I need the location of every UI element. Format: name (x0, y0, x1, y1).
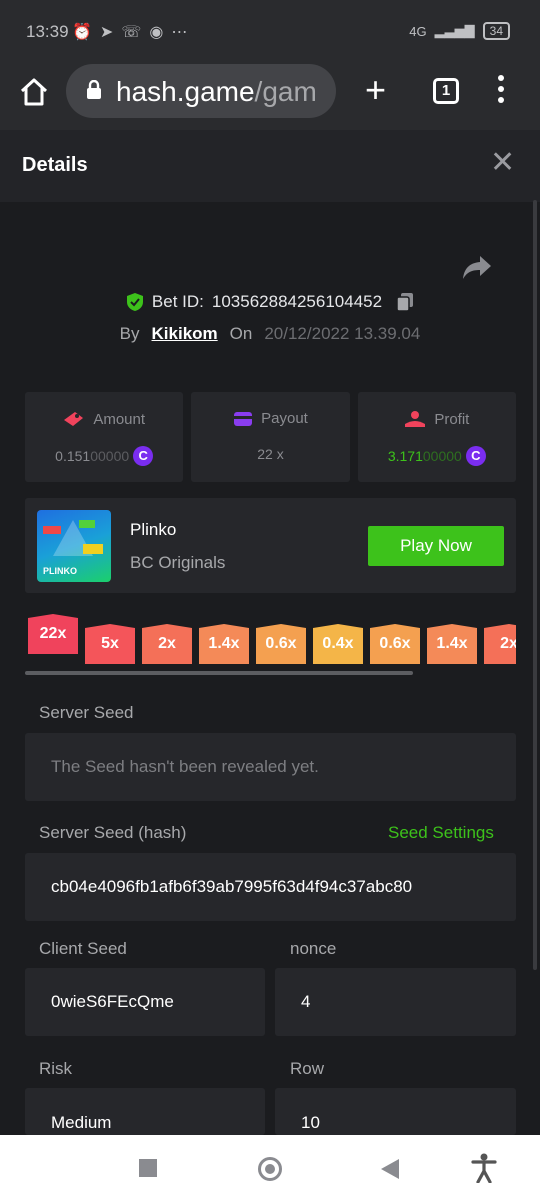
multiplier-tile: 2x (142, 624, 192, 664)
url-path: /gam (254, 76, 317, 107)
amount-label: Amount (93, 410, 146, 428)
url-text: hash.game/gam (116, 76, 317, 108)
multiplier-tile: 0.4x (313, 624, 363, 664)
alarm-icon: ⏰ (72, 24, 92, 41)
client-seed-label: Client Seed (39, 939, 127, 958)
nonce-field[interactable]: 4 (275, 968, 516, 1036)
notification-icons: ⏰ ➤ ☏ ◉ ⋯ (72, 22, 187, 42)
discord-icon: ◉ (149, 24, 164, 41)
multiplier-scrollbar[interactable] (25, 671, 413, 675)
tab-switcher-button[interactable]: 1 (433, 78, 459, 104)
multiplier-tile: 1.4x (427, 624, 477, 664)
back-icon[interactable] (381, 1159, 399, 1179)
nonce-label: nonce (290, 939, 337, 958)
multiplier-tile: 2x (484, 624, 516, 664)
play-now-button[interactable]: Play Now (368, 526, 504, 566)
client-seed-field[interactable]: 0wieS6FEcQme (25, 968, 265, 1036)
multiplier-tile: 22x (28, 614, 78, 654)
page-scrollbar[interactable] (533, 200, 537, 970)
profit-value-main: 3.171 (387, 448, 423, 464)
browser-toolbar: hash.game/gam + 1 (0, 64, 540, 130)
row-field[interactable]: 10 (275, 1088, 516, 1135)
bet-date: 20/12/2022 13.39.04 (264, 324, 421, 343)
profit-value: 3.17100000 (388, 448, 462, 464)
profit-label: Profit (434, 410, 470, 428)
more-menu-icon[interactable] (492, 72, 510, 108)
share-icon[interactable] (462, 254, 492, 280)
username-link[interactable]: Kikikom (152, 324, 218, 344)
address-bar[interactable]: hash.game/gam (66, 64, 336, 118)
multiplier-tile: 1.4x (199, 624, 249, 664)
recents-icon[interactable] (139, 1159, 157, 1177)
server-hash-field[interactable]: cb04e4096fb1afb6f39ab7995f63d4f94c37abc8… (25, 853, 516, 921)
server-hash-label: Server Seed (hash) (39, 823, 187, 842)
url-domain: hash.game (116, 76, 255, 107)
seed-settings-link[interactable]: Seed Settings (388, 823, 494, 843)
game-card: PLINKO Plinko BC Originals Play Now (25, 498, 516, 593)
bet-byline: By Kikikom On 20/12/2022 13.39.04 (0, 324, 540, 344)
new-tab-icon[interactable]: + (365, 72, 386, 108)
thumbnail-label: PLINKO (43, 566, 78, 576)
page-title: Details (22, 154, 88, 176)
amount-value: 0.15100000 (55, 448, 129, 464)
profit-icon (405, 411, 426, 427)
on-label: On (229, 324, 253, 343)
accessibility-icon[interactable] (471, 1153, 497, 1183)
coin-icon: C (133, 446, 154, 466)
home-circle-icon[interactable] (258, 1157, 282, 1181)
multiplier-tile: 5x (85, 624, 135, 664)
status-time: 13:39 (26, 22, 69, 41)
signal-icon: ▂▃▅▇ (434, 23, 475, 38)
home-icon[interactable] (18, 76, 50, 108)
close-icon[interactable]: ✕ (490, 148, 515, 178)
network-label: 4G (409, 23, 427, 39)
payout-card: Payout 22 x (191, 392, 350, 482)
by-label: By (119, 324, 140, 343)
multiplier-tile: 0.6x (370, 624, 420, 664)
bet-stats: Amount 0.15100000 C Payout 22 x Profit 3… (25, 392, 516, 482)
risk-field[interactable]: Medium (25, 1088, 265, 1135)
details-header: Details ✕ (0, 130, 540, 202)
status-bar: 13:39 ⏰ ➤ ☏ ◉ ⋯ 4G ▂▃▅▇ 34 (0, 0, 540, 64)
copy-icon[interactable] (396, 292, 414, 312)
bet-id-value: 103562884256104452 (211, 292, 383, 311)
amount-card: Amount 0.15100000 C (25, 392, 184, 482)
battery-icon: 34 (482, 22, 510, 40)
amount-icon (64, 412, 84, 426)
payout-label: Payout (261, 410, 308, 427)
verified-shield-icon (126, 293, 143, 311)
multiplier-tile: 0.6x (256, 624, 306, 664)
coin-icon: C (465, 446, 486, 466)
system-nav-bar (0, 1135, 540, 1200)
telegram-icon: ➤ (99, 24, 114, 41)
bet-id-row: Bet ID: 103562884256104452 (0, 292, 540, 312)
row-label: Row (290, 1059, 325, 1078)
amount-value-dim: 00000 (90, 448, 130, 464)
profit-card: Profit 3.17100000 C (357, 392, 516, 482)
multiplier-strip[interactable]: 22x 5x 2x 1.4x 0.6x 0.4x 0.6x 1.4x 2x (25, 614, 516, 666)
game-name: Plinko (130, 520, 177, 539)
bet-id-label: Bet ID: (151, 292, 204, 311)
more-notifications-icon: ⋯ (171, 24, 188, 41)
payout-icon (234, 411, 253, 426)
amount-value-main: 0.151 (55, 448, 91, 464)
lock-icon (87, 80, 101, 99)
server-seed-field[interactable]: The Seed hasn't been revealed yet. (25, 733, 516, 801)
whatsapp-icon: ☏ (121, 24, 142, 41)
risk-label: Risk (39, 1059, 73, 1078)
profit-value-dim: 00000 (422, 448, 462, 464)
payout-value: 22 x (257, 446, 284, 462)
game-provider: BC Originals (130, 553, 226, 572)
server-seed-label: Server Seed (39, 703, 134, 722)
plinko-thumbnail[interactable]: PLINKO (37, 510, 111, 582)
